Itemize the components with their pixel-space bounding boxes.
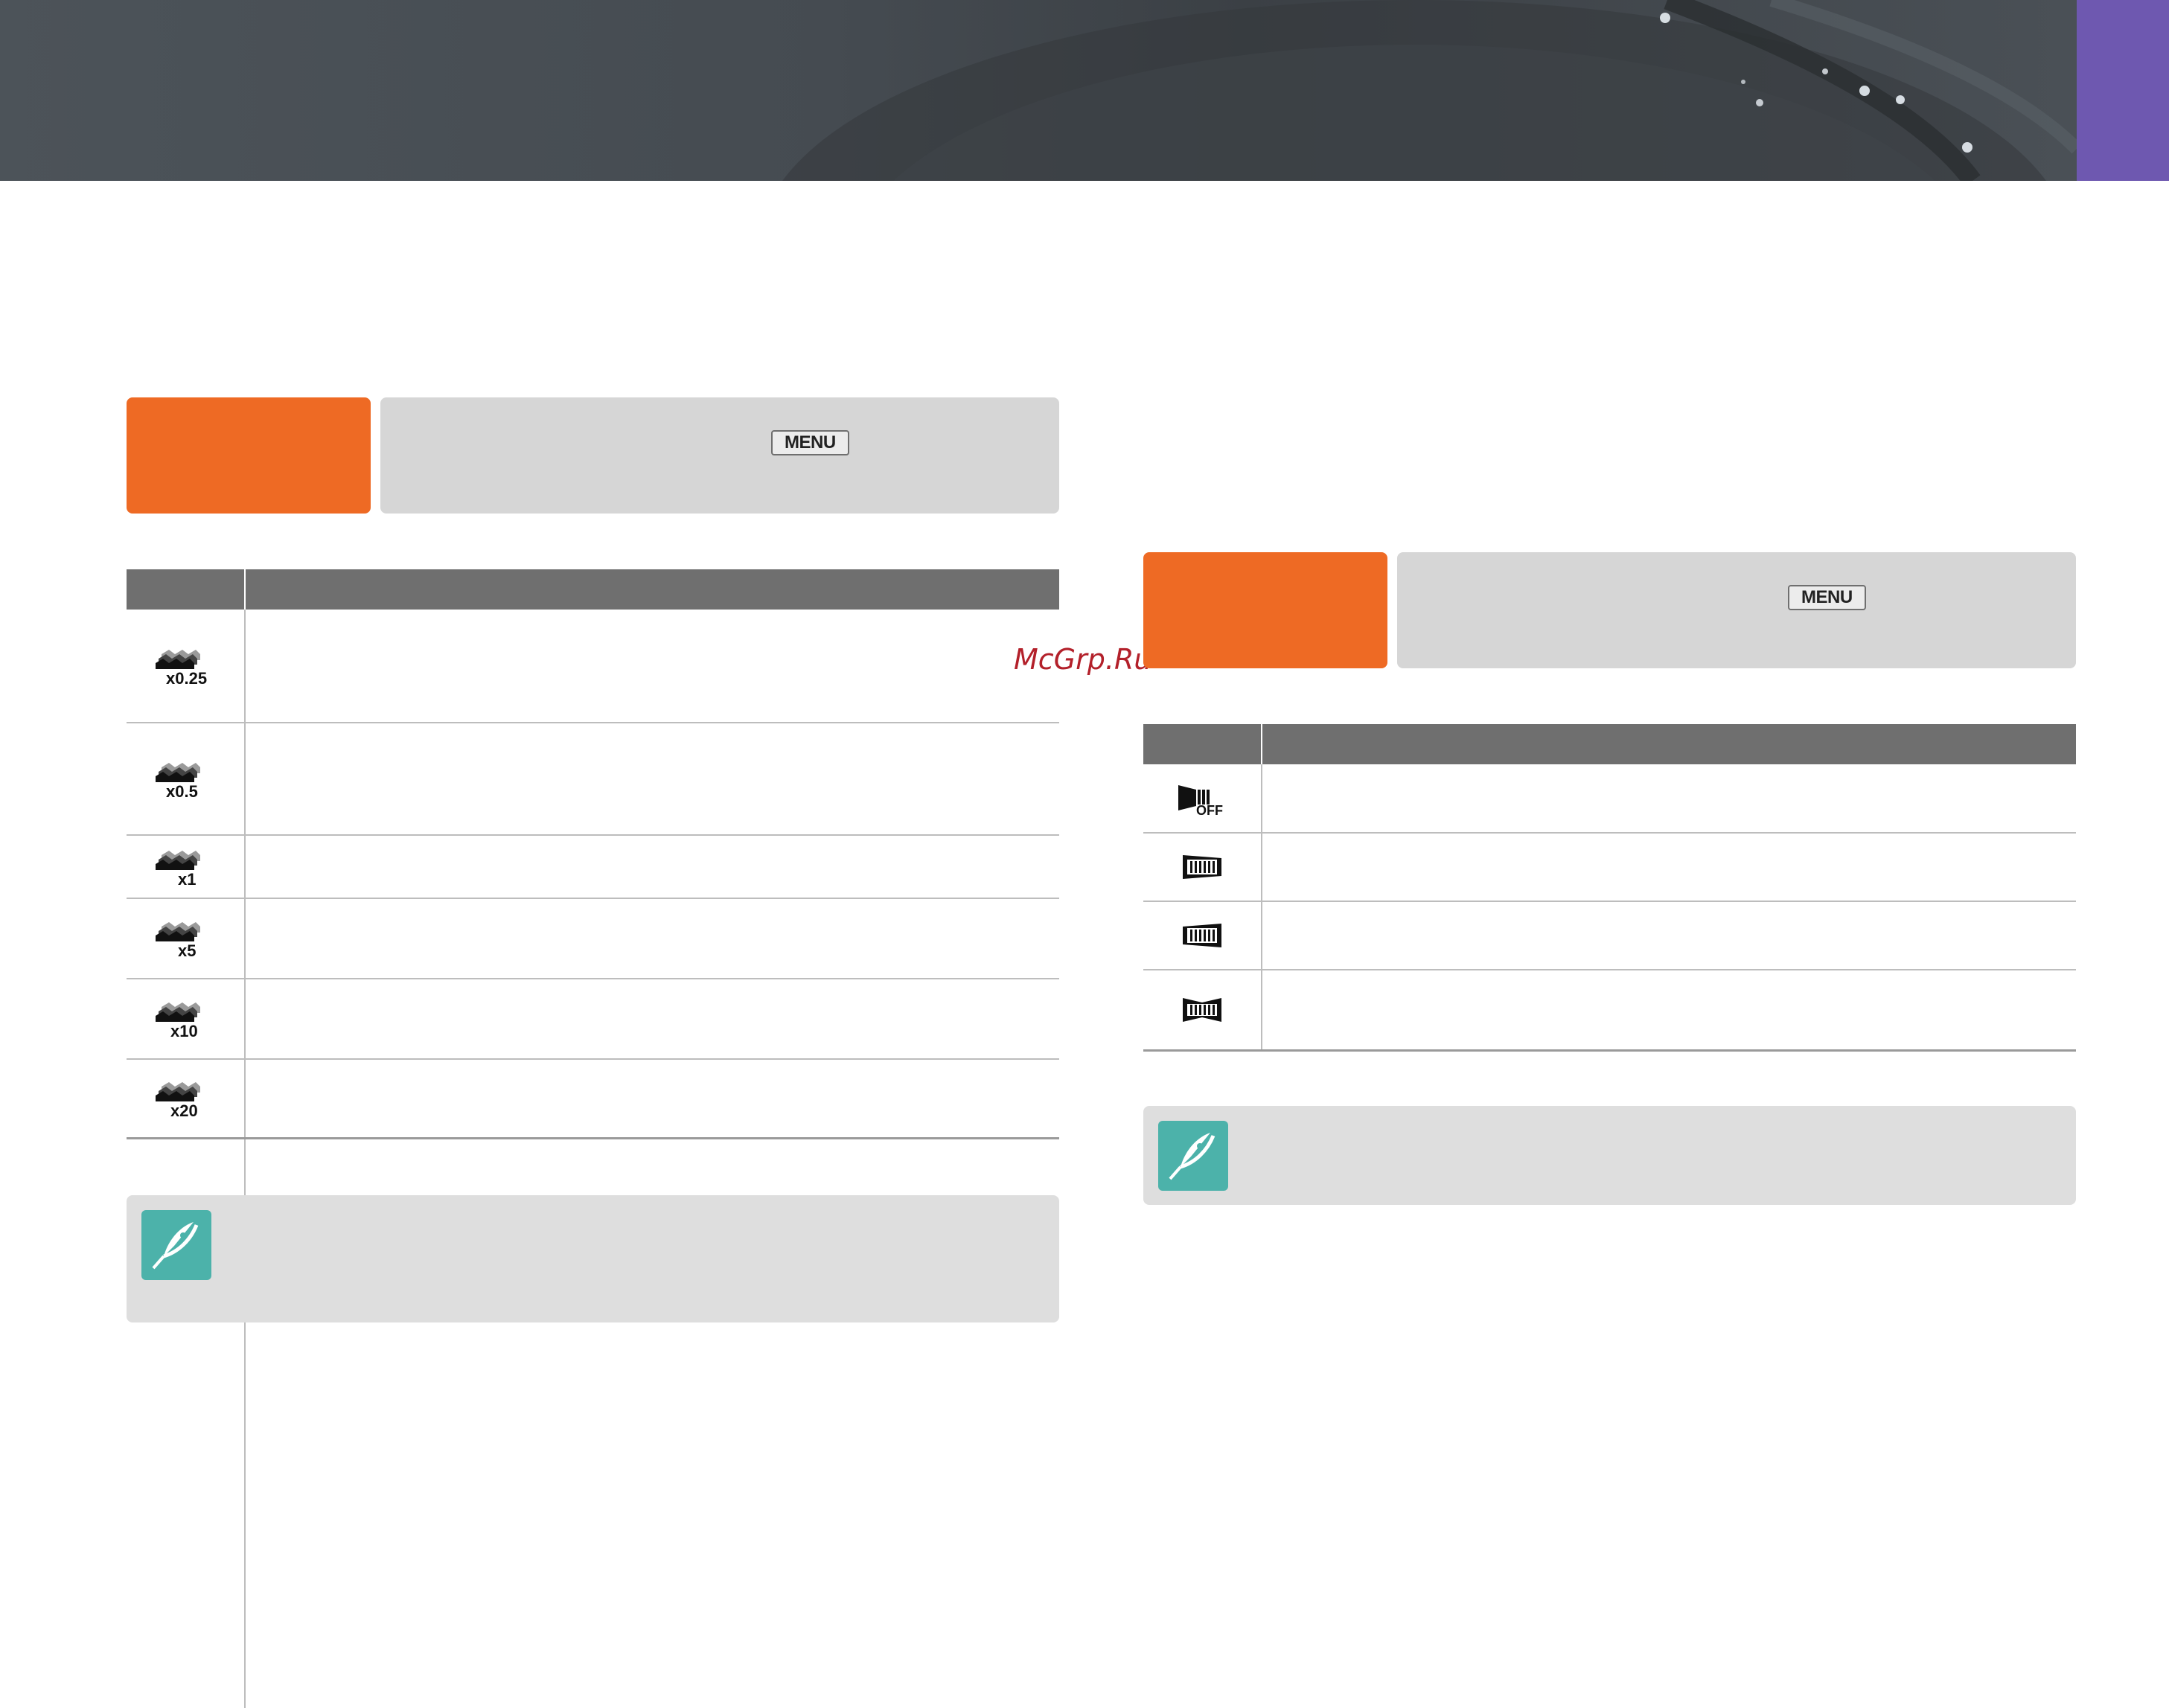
mode-label-box xyxy=(127,397,371,514)
timelapse-x10-icon: x10 xyxy=(127,979,244,1058)
fader-off-icon: OFF xyxy=(1143,764,1261,832)
timelapse-x20-icon: x20 xyxy=(127,1060,244,1137)
row-description xyxy=(259,1060,1048,1137)
chapter-tab xyxy=(2077,0,2169,181)
timelapse-x0.25-icon: x0.25 xyxy=(127,610,244,722)
svg-text:x0.25: x0.25 xyxy=(166,669,207,687)
pen-note-icon xyxy=(141,1210,211,1280)
fader-table: OFF xyxy=(1143,724,2076,1052)
table-header xyxy=(1143,724,2076,764)
timelapse-x1-icon: x1 xyxy=(127,836,244,898)
fader-in-icon xyxy=(1143,834,1261,901)
row-description xyxy=(259,979,1048,1058)
svg-text:x10: x10 xyxy=(170,1022,198,1040)
menu-key: MENU xyxy=(771,430,849,455)
row-description xyxy=(259,610,1048,722)
row-description xyxy=(1276,970,2065,1049)
row-description xyxy=(1276,902,2065,969)
row-description xyxy=(259,899,1048,978)
lens-decoration xyxy=(782,0,2077,181)
row-description xyxy=(1276,764,2065,832)
timelapse-x5-icon: x5 xyxy=(127,899,244,978)
svg-text:x1: x1 xyxy=(178,870,196,888)
fader-in-out-icon xyxy=(1143,970,1261,1049)
note-box xyxy=(127,1195,1059,1322)
note-box xyxy=(1143,1106,2076,1205)
menu-path-box: MENU xyxy=(1397,552,2076,668)
menu-path-box: MENU xyxy=(380,397,1059,514)
timelapse-speed-table: x0.25 x0.5 x1 x5 x10 x20 xyxy=(127,569,1059,1708)
svg-text:x20: x20 xyxy=(170,1101,198,1119)
svg-text:x5: x5 xyxy=(178,941,196,959)
header-banner xyxy=(0,0,2077,181)
row-description xyxy=(259,836,1048,898)
row-description xyxy=(259,723,1048,834)
fader-out-icon xyxy=(1143,902,1261,969)
svg-text:x0.5: x0.5 xyxy=(166,782,198,800)
pen-note-icon xyxy=(1158,1121,1228,1191)
table-header xyxy=(127,569,1059,610)
mode-label-box xyxy=(1143,552,1387,668)
svg-text:OFF: OFF xyxy=(1196,803,1223,816)
timelapse-x0.5-icon: x0.5 xyxy=(127,723,244,834)
menu-key: MENU xyxy=(1788,585,1866,610)
row-description xyxy=(1276,834,2065,901)
